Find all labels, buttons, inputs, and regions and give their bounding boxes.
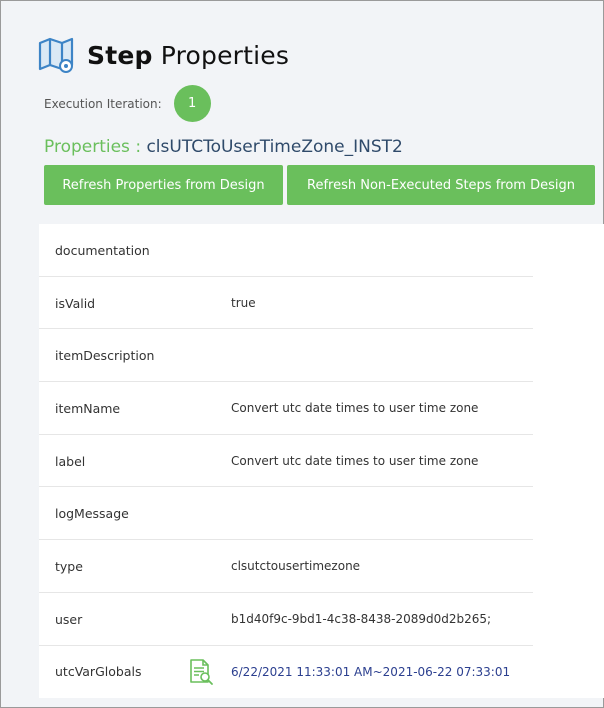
document-search-icon[interactable] [187,658,215,686]
property-key: documentation [55,242,150,258]
execution-iteration: Execution Iteration: 1 [44,85,211,122]
table-row: itemDescription [39,329,604,382]
properties-heading-name: clsUTCToUserTimeZone_INST2 [146,137,403,157]
properties-heading: Properties : clsUTCToUserTimeZone_INST2 [44,137,403,157]
table-row: logMessage [39,487,604,540]
map-icon [38,37,74,73]
table-row: isValid true [39,277,604,330]
property-value: Convert utc date times to user time zone [231,454,479,469]
properties-table: documentation isValid true itemDescripti… [39,224,604,699]
table-row: utcVarGlobals 6/22/2021 11:33:01 AM~2021… [39,646,604,699]
page-title-rest: Properties [160,40,290,70]
panel-header: Step Properties [37,35,289,75]
property-key: isValid [55,295,96,311]
property-key: user [55,611,83,627]
property-key: logMessage [55,506,129,522]
step-properties-panel: Step Properties Execution Iteration: 1 P… [0,0,604,708]
property-value-link[interactable]: 6/22/2021 11:33:01 AM~2021-06-22 07:33:0… [231,665,510,679]
property-value: clsutctousertimezone [231,559,361,574]
properties-heading-label: Properties : [44,137,142,157]
property-value: b1d40f9c-9bd1-4c38-8438-2089d0d2b265; [231,612,492,627]
page-title-bold: Step [87,40,153,70]
table-row: documentation [39,224,604,277]
property-key: label [55,453,86,469]
table-row: user b1d40f9c-9bd1-4c38-8438-2089d0d2b26… [39,593,604,646]
execution-iteration-label: Execution Iteration: [44,96,162,111]
table-row: label Convert utc date times to user tim… [39,435,604,488]
refresh-properties-from-design-button[interactable]: Refresh Properties from Design [44,165,283,205]
table-row: type clsutctousertimezone [39,540,604,593]
property-key: type [55,558,83,574]
refresh-non-executed-steps-button[interactable]: Refresh Non-Executed Steps from Design [287,165,595,205]
table-row: itemName Convert utc date times to user … [39,382,604,435]
page-title: Step Properties [87,41,289,70]
property-key: itemDescription [55,348,155,364]
property-value: true [231,296,256,311]
execution-iteration-badge[interactable]: 1 [173,85,211,122]
property-value: Convert utc date times to user time zone [231,401,479,416]
property-key: itemName [55,400,121,416]
